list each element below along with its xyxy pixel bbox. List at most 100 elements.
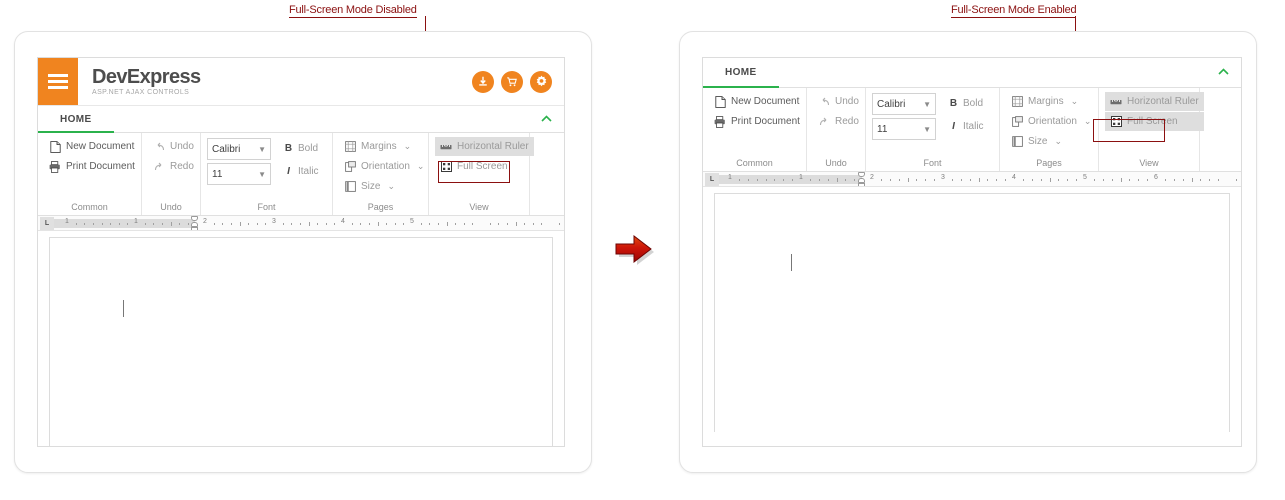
undo-button[interactable]: Undo	[813, 92, 864, 111]
ruler-tick	[265, 222, 266, 225]
ruler-tick	[1121, 177, 1122, 182]
ruler-tick	[283, 222, 284, 225]
chevron-up-icon[interactable]	[1218, 67, 1241, 78]
full-screen-button[interactable]: Full Screen	[435, 157, 534, 176]
font-size-combo[interactable]: 11 ▼	[207, 163, 271, 185]
ruler-tick	[76, 222, 77, 225]
ruler-tick	[214, 222, 215, 225]
ruler-tick	[231, 222, 232, 225]
full-screen-button[interactable]: Full Screen	[1105, 112, 1204, 131]
font-family-combo[interactable]: Calibri ▼	[872, 93, 936, 115]
tab-home[interactable]: HOME	[38, 106, 114, 133]
ruler-tab-marker[interactable]: L	[705, 172, 719, 186]
ribbon-group-font-label: Font	[923, 158, 942, 168]
gear-icon[interactable]	[530, 70, 552, 93]
orientation-label: Orientation	[1028, 116, 1077, 127]
ruler-tick	[810, 178, 811, 181]
print-document-button[interactable]: Print Document	[709, 112, 805, 131]
ruler-left-indent[interactable]	[191, 226, 199, 230]
horizontal-ruler-button[interactable]: Horizontal Ruler	[435, 137, 534, 156]
ruler-tick	[1032, 178, 1033, 181]
ribbon-group-undo: Undo Redo Undo	[807, 88, 866, 171]
full-screen-label: Full Screen	[1127, 116, 1178, 127]
ruler-tick	[1165, 178, 1166, 181]
ruler-tick	[533, 222, 534, 225]
orientation-button[interactable]: Orientation ⌄	[339, 157, 429, 176]
chevron-up-icon[interactable]	[541, 114, 564, 125]
horizontal-ruler-icon	[1110, 96, 1122, 108]
new-document-label: New Document	[66, 141, 135, 152]
full-screen-label: Full Screen	[457, 161, 508, 172]
ruler-tick	[1192, 177, 1193, 182]
undo-button[interactable]: Undo	[148, 137, 199, 156]
orientation-button[interactable]: Orientation ⌄	[1006, 112, 1096, 131]
ruler-tick	[934, 178, 935, 181]
font-size-combo[interactable]: 11 ▼	[872, 118, 936, 140]
ruler-tick	[455, 222, 456, 225]
orientation-icon	[1011, 116, 1023, 128]
header-actions	[472, 58, 564, 105]
ruler-number: 4	[341, 217, 345, 225]
hamburger-icon[interactable]	[38, 58, 78, 105]
new-document-button[interactable]: New Document	[44, 137, 140, 156]
horizontal-ruler-left[interactable]: L 1 1 2 3 4 5	[38, 216, 564, 231]
redo-button[interactable]: Redo	[813, 112, 864, 131]
ruler-tick	[559, 222, 560, 225]
new-document-button[interactable]: New Document	[709, 92, 805, 111]
print-document-icon	[49, 160, 61, 173]
bold-button[interactable]: B Bold	[279, 139, 324, 158]
italic-button[interactable]: I Italic	[944, 117, 989, 136]
margins-label: Margins	[1028, 96, 1064, 107]
ruler-tick	[987, 178, 988, 181]
ruler-margin-band	[719, 174, 863, 184]
bold-label: Bold	[298, 143, 319, 154]
ruler-tick	[188, 222, 189, 225]
ruler-tick	[819, 178, 820, 181]
ruler-tab-marker[interactable]: L	[40, 216, 54, 230]
font-family-combo[interactable]: Calibri ▼	[207, 138, 271, 160]
ruler-tick	[524, 222, 525, 225]
ruler-number: 1	[65, 217, 69, 225]
ruler-left-indent[interactable]	[857, 182, 865, 186]
document-page-left[interactable]	[49, 237, 553, 446]
cart-icon[interactable]	[501, 70, 523, 93]
bold-button[interactable]: B Bold	[944, 94, 989, 113]
ruler-tick	[309, 221, 310, 226]
margins-button[interactable]: Margins ⌄	[339, 137, 429, 156]
ruler-number: 3	[272, 217, 276, 225]
page-size-button[interactable]: Size ⌄	[1006, 132, 1096, 151]
ruler-tick	[317, 222, 318, 225]
horizontal-ruler-right[interactable]: L 1 1 2 3 4 5 6	[703, 172, 1241, 187]
ribbon-tabstrip-right: HOME	[703, 58, 1241, 88]
ruler-first-line-indent[interactable]	[857, 172, 865, 177]
font-family-value: Calibri	[212, 143, 241, 155]
ruler-tick	[837, 177, 838, 182]
page-size-label: Size	[361, 181, 381, 192]
ruler-tick	[84, 222, 85, 225]
document-area-right[interactable]	[703, 187, 1241, 432]
ruler-first-line-indent[interactable]	[191, 216, 199, 221]
redo-button[interactable]: Redo	[148, 157, 199, 176]
horizontal-ruler-label: Horizontal Ruler	[1127, 96, 1199, 107]
horizontal-ruler-button[interactable]: Horizontal Ruler	[1105, 92, 1204, 111]
italic-button[interactable]: I Italic	[279, 162, 324, 181]
ribbon-group-undo-label: Undo	[160, 202, 182, 212]
print-document-button[interactable]: Print Document	[44, 157, 140, 176]
document-area-left[interactable]	[38, 231, 564, 446]
ribbon-group-font: Calibri ▼ 11 ▼ B Bold I Italic Font	[201, 133, 333, 215]
ribbon-left: New Document Print Document Common Undo …	[38, 133, 564, 216]
page-size-label: Size	[1028, 136, 1048, 147]
document-page-right[interactable]	[714, 193, 1230, 432]
tab-home[interactable]: HOME	[703, 58, 779, 88]
ruler-tick	[1050, 177, 1051, 182]
ribbon-group-common-label: Common	[736, 158, 773, 168]
text-caret-right	[791, 254, 792, 271]
ruler-tick	[1209, 178, 1210, 181]
new-document-icon	[714, 95, 726, 108]
page-size-button[interactable]: Size ⌄	[339, 177, 429, 196]
margins-button[interactable]: Margins ⌄	[1006, 92, 1096, 111]
ruler-tick	[507, 222, 508, 225]
ruler-tick	[395, 222, 396, 225]
ruler-tick	[890, 178, 891, 181]
download-icon[interactable]	[472, 70, 494, 93]
